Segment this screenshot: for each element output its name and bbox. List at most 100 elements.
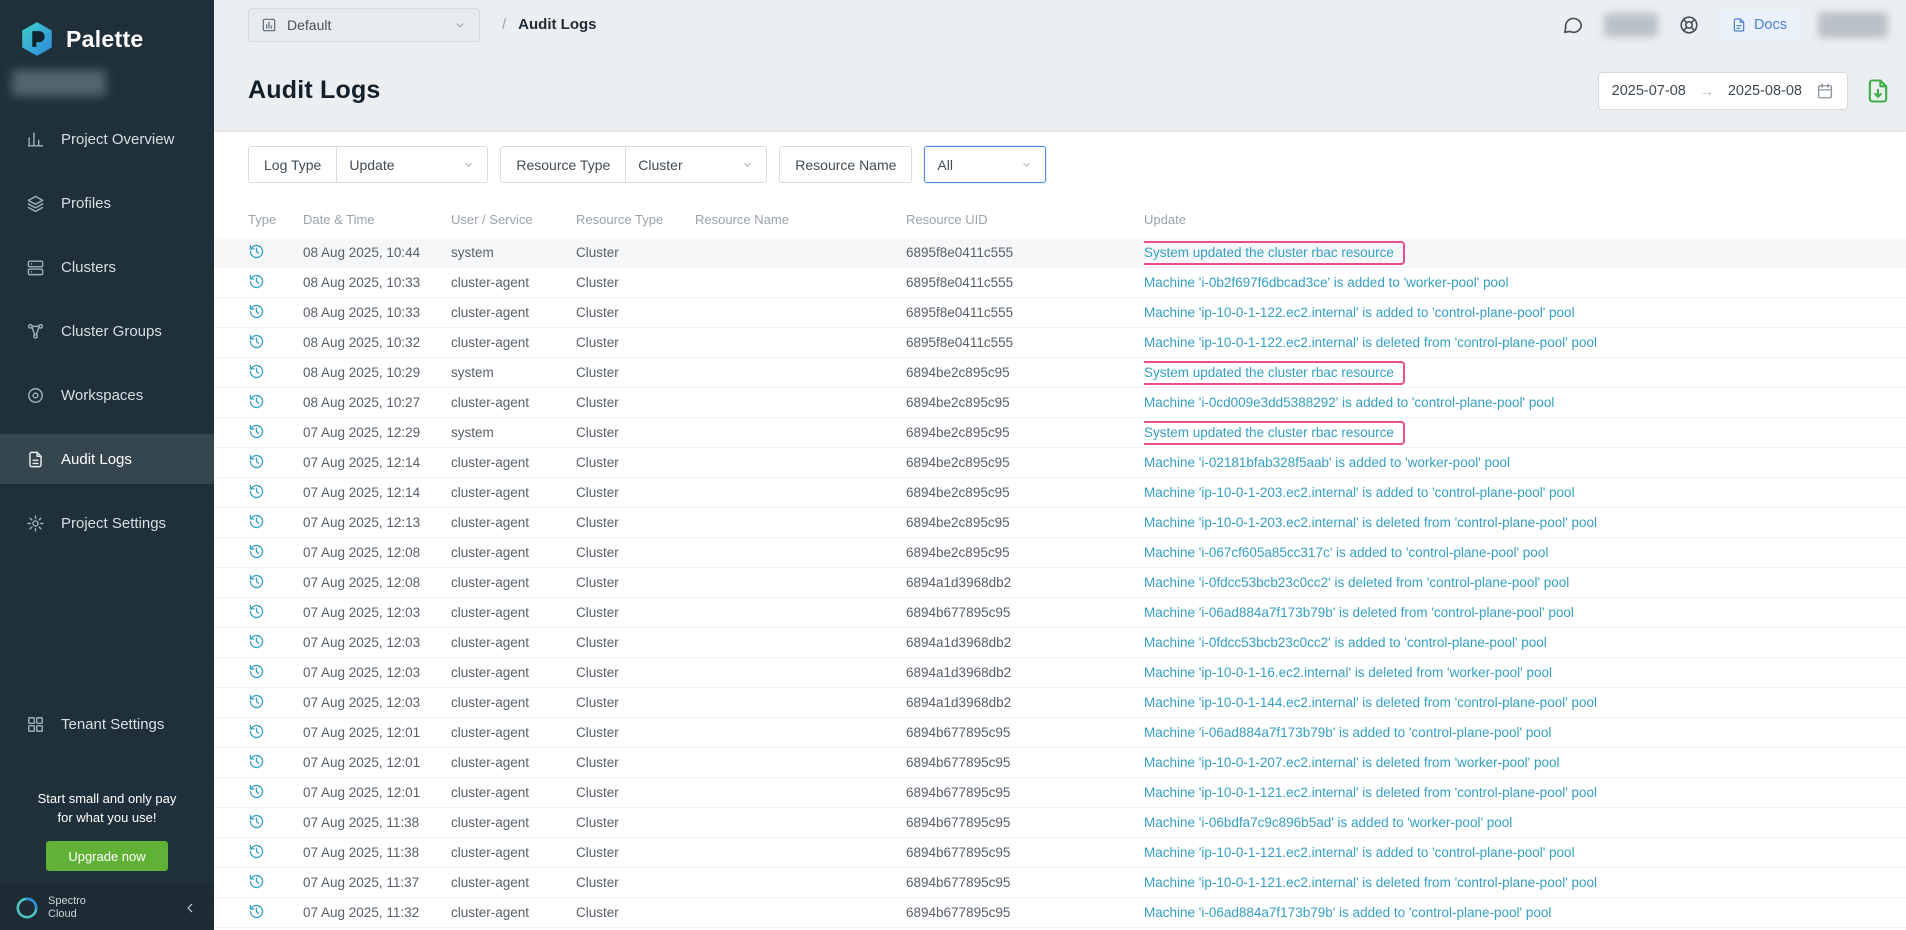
page-title: Audit Logs xyxy=(248,76,381,105)
update-link[interactable]: Machine 'i-0cd009e3dd5388292' is added t… xyxy=(1144,395,1554,410)
history-icon[interactable] xyxy=(248,693,265,710)
history-icon[interactable] xyxy=(248,273,265,290)
update-link[interactable]: Machine 'ip-10-0-1-122.ec2.internal' is … xyxy=(1144,335,1597,350)
update-link[interactable]: Machine 'i-0b2f697f6dbcad3ce' is added t… xyxy=(1144,275,1509,290)
spectro-cloud-logo-icon xyxy=(14,895,40,921)
update-link[interactable]: Machine 'i-06ad884a7f173b79b' is added t… xyxy=(1144,905,1551,920)
history-icon[interactable] xyxy=(248,783,265,800)
cell-datetime: 08 Aug 2025, 10:32 xyxy=(303,335,451,350)
upgrade-promo-text: Start small and only pay for what you us… xyxy=(0,789,214,827)
history-icon[interactable] xyxy=(248,453,265,470)
chat-icon[interactable] xyxy=(1562,14,1584,36)
history-icon[interactable] xyxy=(248,513,265,530)
cell-datetime: 08 Aug 2025, 10:33 xyxy=(303,305,451,320)
cell-user-service: cluster-agent xyxy=(451,785,576,800)
sidebar-item-audit-logs[interactable]: Audit Logs xyxy=(0,434,214,484)
cell-datetime: 08 Aug 2025, 10:44 xyxy=(303,245,451,260)
update-link[interactable]: Machine 'i-0fdcc53bcb23c0cc2' is deleted… xyxy=(1144,575,1569,590)
log-type-label: Log Type xyxy=(248,146,337,183)
log-type-select[interactable]: Update xyxy=(337,146,488,183)
update-link[interactable]: Machine 'i-06ad884a7f173b79b' is added t… xyxy=(1144,725,1551,740)
cell-user-service: cluster-agent xyxy=(451,755,576,770)
update-link[interactable]: Machine 'ip-10-0-1-207.ec2.internal' is … xyxy=(1144,755,1560,770)
update-link[interactable]: System updated the cluster rbac resource xyxy=(1144,365,1394,380)
resource-type-select[interactable]: Cluster xyxy=(626,146,767,183)
cell-resource-uid: 6894b677895c95 xyxy=(906,905,1144,920)
history-icon[interactable] xyxy=(248,243,265,260)
update-link[interactable]: Machine 'i-02181bfab328f5aab' is added t… xyxy=(1144,455,1510,470)
sidebar-item-profiles[interactable]: Profiles xyxy=(0,178,214,228)
history-icon[interactable] xyxy=(248,873,265,890)
upgrade-now-button[interactable]: Upgrade now xyxy=(46,841,168,871)
history-icon[interactable] xyxy=(248,633,265,650)
update-link[interactable]: Machine 'ip-10-0-1-203.ec2.internal' is … xyxy=(1144,515,1597,530)
resource-name-select[interactable]: All xyxy=(924,146,1046,183)
update-link[interactable]: Machine 'i-067cf605a85cc317c' is added t… xyxy=(1144,545,1548,560)
sidebar-item-cluster-groups[interactable]: Cluster Groups xyxy=(0,306,214,356)
update-highlight-box: System updated the cluster rbac resource xyxy=(1144,361,1405,385)
table-row: 08 Aug 2025, 10:32cluster-agentCluster68… xyxy=(214,328,1906,358)
history-icon[interactable] xyxy=(248,573,265,590)
update-link[interactable]: Machine 'ip-10-0-1-16.ec2.internal' is d… xyxy=(1144,665,1552,680)
redacted-topbar-item xyxy=(1604,13,1658,37)
update-link[interactable]: System updated the cluster rbac resource xyxy=(1144,425,1394,440)
cell-resource-type: Cluster xyxy=(576,785,695,800)
breadcrumb-current: Audit Logs xyxy=(518,16,596,33)
update-link[interactable]: Machine 'i-0fdcc53bcb23c0cc2' is added t… xyxy=(1144,635,1547,650)
history-icon[interactable] xyxy=(248,663,265,680)
cell-resource-type: Cluster xyxy=(576,365,695,380)
update-link[interactable]: System updated the cluster rbac resource xyxy=(1144,245,1394,260)
cell-resource-type: Cluster xyxy=(576,545,695,560)
date-range-picker[interactable]: 2025-07-08 → 2025-08-08 xyxy=(1598,72,1848,110)
history-icon[interactable] xyxy=(248,483,265,500)
sidebar-collapse-icon[interactable] xyxy=(182,900,198,916)
history-icon[interactable] xyxy=(248,843,265,860)
cell-resource-type: Cluster xyxy=(576,515,695,530)
history-icon[interactable] xyxy=(248,723,265,740)
history-icon[interactable] xyxy=(248,363,265,380)
resource-type-value: Cluster xyxy=(638,157,682,173)
history-icon[interactable] xyxy=(248,423,265,440)
brand[interactable]: Palette xyxy=(0,0,214,58)
cell-datetime: 07 Aug 2025, 11:38 xyxy=(303,815,451,830)
date-to[interactable]: 2025-08-08 xyxy=(1728,83,1802,99)
cell-resource-type: Cluster xyxy=(576,575,695,590)
download-csv-icon[interactable] xyxy=(1864,76,1892,106)
update-link[interactable]: Machine 'i-06ad884a7f173b79b' is deleted… xyxy=(1144,605,1574,620)
table-row: 08 Aug 2025, 10:33cluster-agentCluster68… xyxy=(214,298,1906,328)
sidebar-item-project-overview[interactable]: Project Overview xyxy=(0,114,214,164)
update-link[interactable]: Machine 'ip-10-0-1-122.ec2.internal' is … xyxy=(1144,305,1575,320)
update-link[interactable]: Machine 'ip-10-0-1-121.ec2.internal' is … xyxy=(1144,875,1597,890)
spectro-cloud-label: Spectro Cloud xyxy=(48,895,100,921)
sidebar-item-label: Profiles xyxy=(61,195,111,212)
sidebar-item-workspaces[interactable]: Workspaces xyxy=(0,370,214,420)
cell-user-service: system xyxy=(451,425,576,440)
sidebar-item-clusters[interactable]: Clusters xyxy=(0,242,214,292)
cell-resource-type: Cluster xyxy=(576,875,695,890)
sidebar-item-label: Project Overview xyxy=(61,131,174,148)
help-ring-icon[interactable] xyxy=(1678,14,1700,36)
sidebar-item-tenant-settings[interactable]: Tenant Settings xyxy=(0,699,214,749)
history-icon[interactable] xyxy=(248,333,265,350)
column-header-date-time: Date & Time xyxy=(303,212,451,227)
date-from[interactable]: 2025-07-08 xyxy=(1612,83,1686,99)
sidebar-item-label: Tenant Settings xyxy=(61,716,164,733)
history-icon[interactable] xyxy=(248,753,265,770)
project-selector[interactable]: Default xyxy=(248,8,480,42)
history-icon[interactable] xyxy=(248,903,265,920)
history-icon[interactable] xyxy=(248,303,265,320)
update-link[interactable]: Machine 'ip-10-0-1-121.ec2.internal' is … xyxy=(1144,845,1575,860)
docs-button[interactable]: Docs xyxy=(1720,11,1798,39)
update-link[interactable]: Machine 'i-06bdfa7c9c896b5ad' is added t… xyxy=(1144,815,1512,830)
table-row: 07 Aug 2025, 12:03cluster-agentCluster68… xyxy=(214,658,1906,688)
update-link[interactable]: Machine 'ip-10-0-1-121.ec2.internal' is … xyxy=(1144,785,1597,800)
history-icon[interactable] xyxy=(248,603,265,620)
update-link[interactable]: Machine 'ip-10-0-1-144.ec2.internal' is … xyxy=(1144,695,1597,710)
sidebar-item-project-settings[interactable]: Project Settings xyxy=(0,498,214,548)
history-icon[interactable] xyxy=(248,543,265,560)
history-icon[interactable] xyxy=(248,813,265,830)
project-name-redacted xyxy=(12,70,106,96)
cell-resource-type: Cluster xyxy=(576,455,695,470)
update-link[interactable]: Machine 'ip-10-0-1-203.ec2.internal' is … xyxy=(1144,485,1575,500)
history-icon[interactable] xyxy=(248,393,265,410)
